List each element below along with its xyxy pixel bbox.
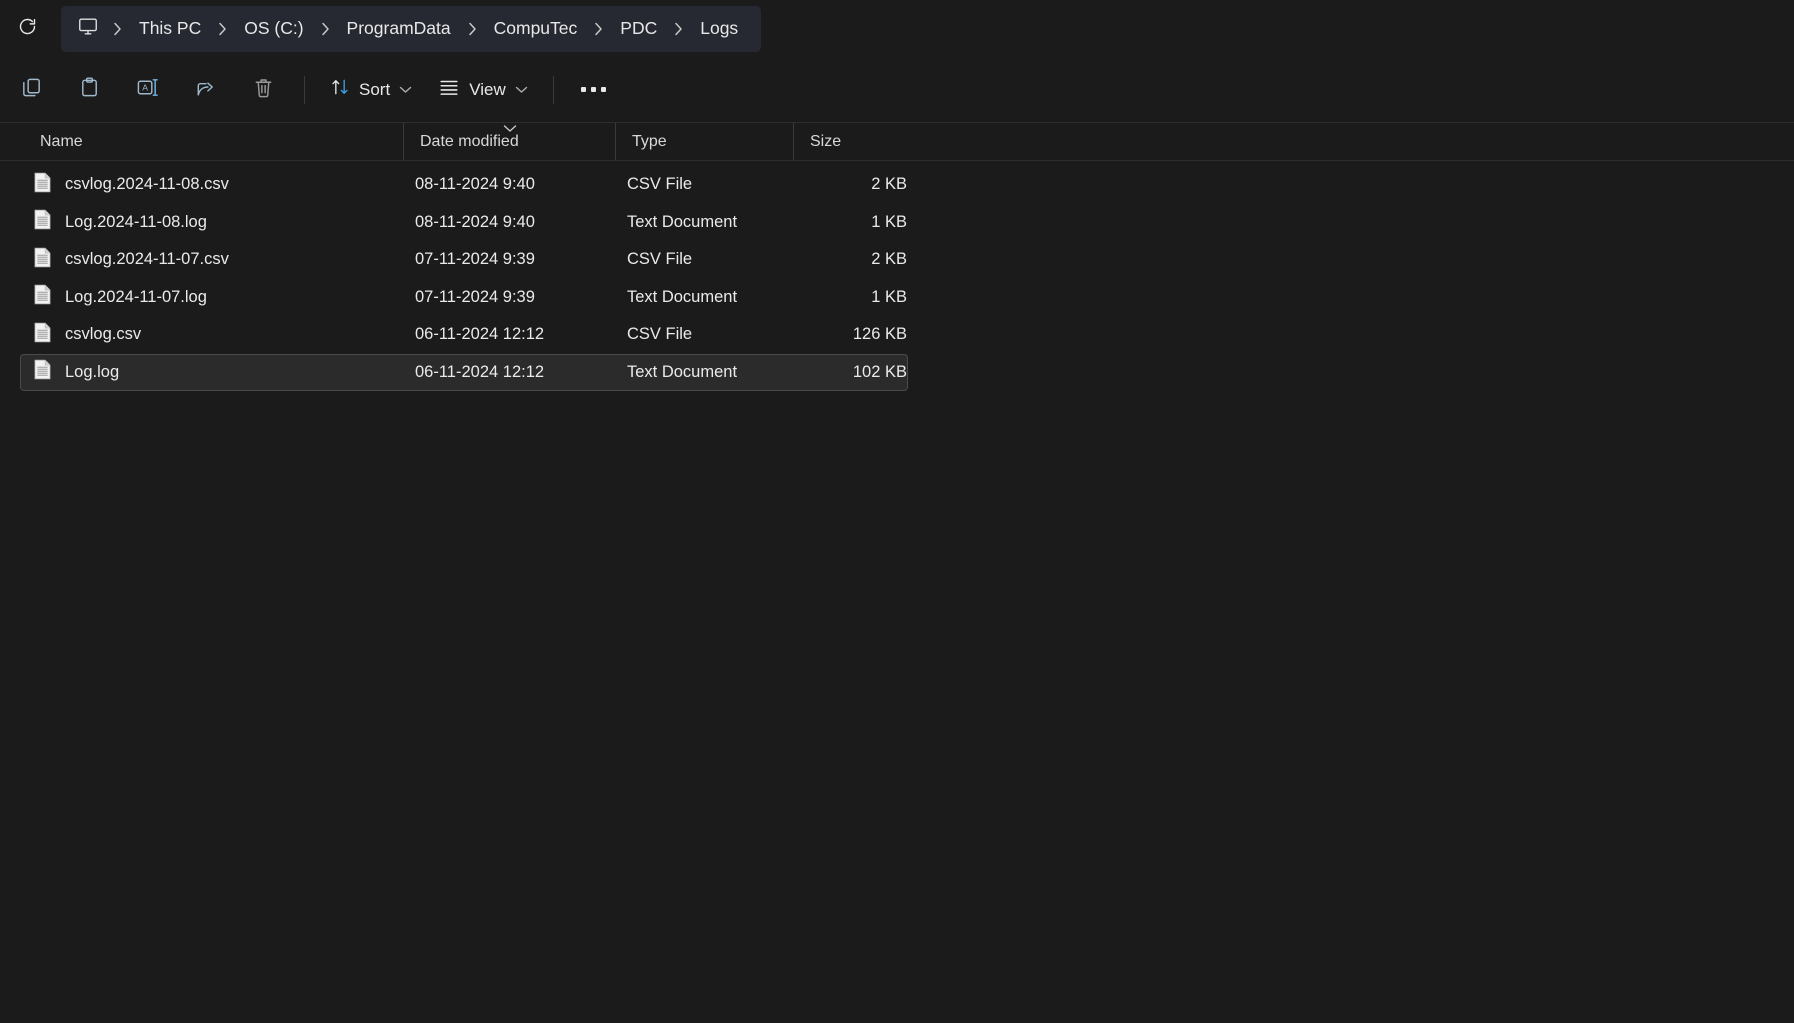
address-bar: This PC OS (C:) ProgramData CompuTec PDC… [0, 0, 1794, 57]
table-row[interactable]: Log.2024-11-07.log 07-11-2024 9:39 Text … [20, 279, 908, 317]
table-row[interactable]: csvlog.csv 06-11-2024 12:12 CSV File 126… [20, 316, 908, 354]
column-header-row: Name Date modified Type Size [0, 123, 1794, 161]
table-row[interactable]: csvlog.2024-11-08.csv 08-11-2024 9:40 CS… [20, 166, 908, 204]
copy-icon [20, 76, 43, 104]
delete-icon [252, 76, 275, 104]
document-file-icon [34, 359, 51, 385]
column-header-name[interactable]: Name [0, 123, 403, 160]
file-date-modified: 06-11-2024 12:12 [404, 363, 616, 382]
document-file-icon [34, 322, 51, 348]
file-name-cell: csvlog.2024-11-07.csv [21, 247, 404, 273]
breadcrumb-separator-icon [460, 22, 485, 36]
share-icon [194, 76, 217, 104]
column-header-date-modified[interactable]: Date modified [403, 123, 615, 160]
delete-button[interactable] [234, 67, 292, 113]
breadcrumb-separator-icon [105, 22, 130, 36]
table-row[interactable]: Log.2024-11-08.log 08-11-2024 9:40 Text … [20, 204, 908, 242]
breadcrumb-separator-icon [586, 22, 611, 36]
ellipsis-icon [581, 87, 606, 92]
breadcrumb-separator-icon [666, 22, 691, 36]
sort-label: Sort [359, 80, 390, 100]
file-size: 2 KB [794, 250, 907, 269]
svg-text:A: A [142, 82, 148, 92]
column-header-label: Name [40, 133, 83, 151]
refresh-icon [17, 16, 38, 42]
column-header-label: Size [810, 133, 841, 151]
file-name: csvlog.2024-11-07.csv [65, 250, 229, 269]
file-size: 2 KB [794, 175, 907, 194]
file-rows: csvlog.2024-11-08.csv 08-11-2024 9:40 CS… [0, 161, 1794, 391]
file-name-cell: csvlog.csv [21, 322, 404, 348]
file-name: csvlog.csv [65, 325, 141, 344]
rename-icon: A [136, 76, 159, 104]
document-file-icon [34, 172, 51, 198]
file-name-cell: Log.2024-11-07.log [21, 284, 404, 310]
file-date-modified: 08-11-2024 9:40 [404, 213, 616, 232]
file-date-modified: 06-11-2024 12:12 [404, 325, 616, 344]
chevron-down-icon [399, 85, 412, 94]
file-type: CSV File [616, 175, 794, 194]
file-type: Text Document [616, 213, 794, 232]
file-date-modified: 08-11-2024 9:40 [404, 175, 616, 194]
view-icon [438, 76, 460, 103]
breadcrumb-home-button[interactable] [71, 12, 105, 46]
sort-button[interactable]: Sort [317, 67, 425, 113]
file-type: CSV File [616, 325, 794, 344]
document-file-icon [34, 209, 51, 235]
document-file-icon [34, 284, 51, 310]
file-name: Log.log [65, 363, 119, 382]
document-file-icon [34, 247, 51, 273]
file-type: Text Document [616, 288, 794, 307]
chevron-down-icon [515, 85, 528, 94]
view-label: View [469, 80, 506, 100]
file-name: csvlog.2024-11-08.csv [65, 175, 229, 194]
file-type: CSV File [616, 250, 794, 269]
share-button[interactable] [176, 67, 234, 113]
breadcrumb: This PC OS (C:) ProgramData CompuTec PDC… [61, 6, 761, 52]
file-name-cell: csvlog.2024-11-08.csv [21, 172, 404, 198]
toolbar-divider [553, 76, 554, 104]
breadcrumb-separator-icon [313, 22, 338, 36]
file-type: Text Document [616, 363, 794, 382]
command-bar: A [0, 57, 1794, 123]
breadcrumb-item-this-pc[interactable]: This PC [130, 14, 210, 43]
sort-descending-icon [502, 120, 517, 138]
file-date-modified: 07-11-2024 9:39 [404, 250, 616, 269]
breadcrumb-item-os-c[interactable]: OS (C:) [235, 14, 312, 43]
monitor-icon [77, 15, 99, 42]
refresh-button[interactable] [6, 8, 48, 50]
file-name: Log.2024-11-07.log [65, 288, 207, 307]
column-header-type[interactable]: Type [615, 123, 793, 160]
breadcrumb-item-computec[interactable]: CompuTec [485, 14, 587, 43]
breadcrumb-separator-icon [210, 22, 235, 36]
file-name-cell: Log.2024-11-08.log [21, 209, 404, 235]
file-date-modified: 07-11-2024 9:39 [404, 288, 616, 307]
paste-icon [78, 76, 101, 104]
copy-button[interactable] [2, 67, 60, 113]
column-header-label: Type [632, 133, 667, 151]
sort-icon [330, 77, 350, 102]
toolbar-divider [304, 76, 305, 104]
rename-button[interactable]: A [118, 67, 176, 113]
paste-button[interactable] [60, 67, 118, 113]
file-size: 126 KB [794, 325, 907, 344]
file-name: Log.2024-11-08.log [65, 213, 207, 232]
view-button[interactable]: View [425, 67, 541, 113]
table-row[interactable]: csvlog.2024-11-07.csv 07-11-2024 9:39 CS… [20, 241, 908, 279]
breadcrumb-item-pdc[interactable]: PDC [611, 14, 666, 43]
file-name-cell: Log.log [21, 359, 404, 385]
file-size: 1 KB [794, 213, 907, 232]
file-size: 102 KB [794, 363, 907, 382]
breadcrumb-item-programdata[interactable]: ProgramData [338, 14, 460, 43]
table-row[interactable]: Log.log 06-11-2024 12:12 Text Document 1… [20, 354, 908, 392]
see-more-button[interactable] [566, 67, 622, 113]
breadcrumb-item-logs[interactable]: Logs [691, 14, 747, 43]
file-size: 1 KB [794, 288, 907, 307]
file-list: Name Date modified Type Size [0, 123, 1794, 391]
column-header-size[interactable]: Size [793, 123, 912, 160]
